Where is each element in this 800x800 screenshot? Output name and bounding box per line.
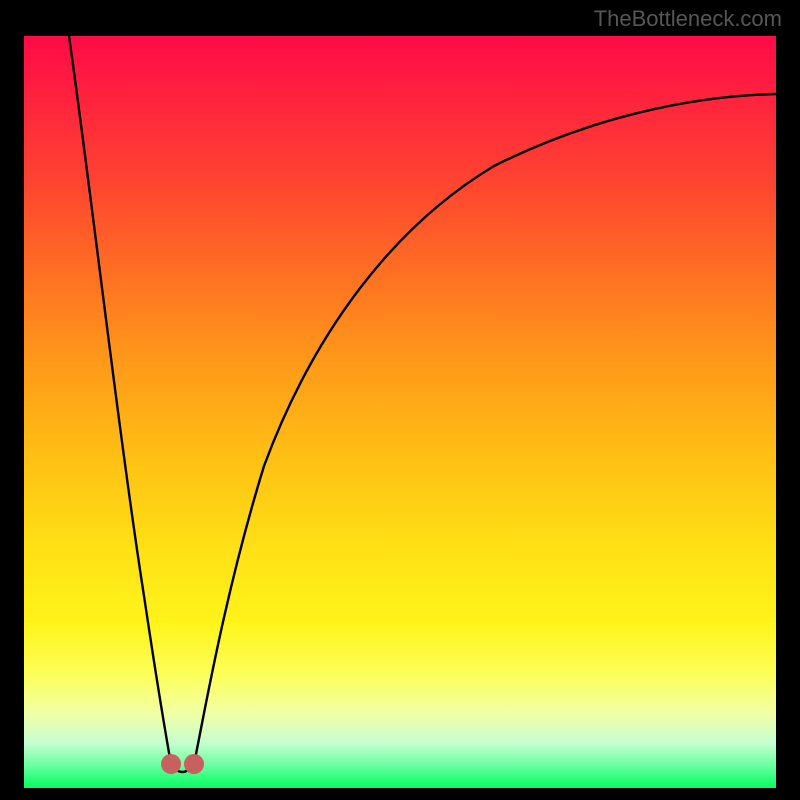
- marker-min-left: [161, 754, 181, 774]
- marker-min-right: [184, 754, 204, 774]
- watermark-text: TheBottleneck.com: [594, 6, 782, 32]
- curve-left-branch: [69, 36, 171, 764]
- chart-svg: [24, 36, 776, 788]
- curve-right-branch: [194, 94, 776, 764]
- chart-area: [24, 36, 776, 788]
